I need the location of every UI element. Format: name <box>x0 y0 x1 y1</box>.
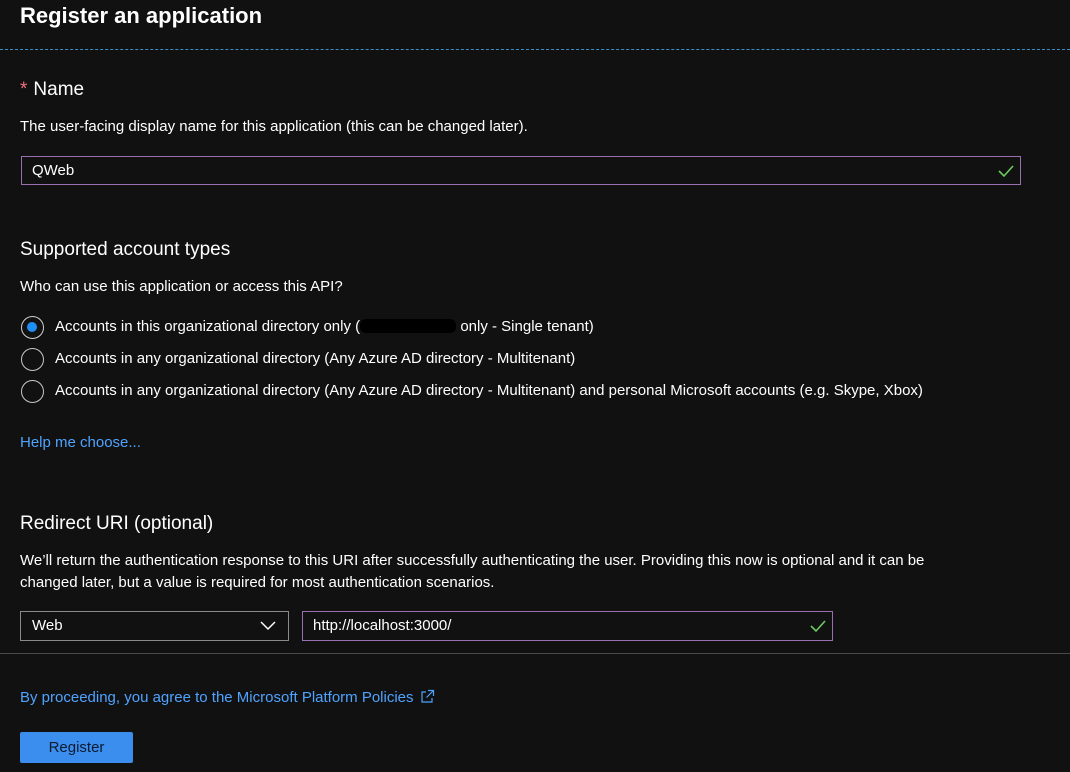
check-icon <box>998 165 1014 178</box>
radio-label-multitenant: Accounts in any organizational directory… <box>55 350 576 367</box>
redirect-description-line1: We’ll return the authentication response… <box>20 552 925 569</box>
redacted-tenant-name <box>360 319 457 333</box>
radio-label-single-tenant: Accounts in this organizational director… <box>55 318 594 335</box>
account-option-multitenant-personal[interactable]: Accounts in any organizational directory… <box>21 378 923 404</box>
redirect-description-line2: changed later, but a value is required f… <box>20 574 495 591</box>
platform-policies-text: By proceeding, you agree to the Microsof… <box>20 689 414 706</box>
page-title: Register an application <box>20 3 263 28</box>
required-marker: * <box>20 79 28 100</box>
header-divider <box>0 49 1070 50</box>
redirect-uri-input[interactable]: http://localhost:3000/ <box>302 611 833 641</box>
check-icon <box>810 620 826 633</box>
radio-button-selected[interactable] <box>21 315 44 339</box>
external-link-icon <box>420 689 434 703</box>
radio-label-multitenant-personal: Accounts in any organizational directory… <box>55 382 923 399</box>
chevron-down-icon <box>260 621 276 631</box>
account-types-question: Who can use this application or access t… <box>20 278 343 295</box>
name-description: The user-facing display name for this ap… <box>20 118 528 135</box>
name-label: Name <box>33 79 85 100</box>
account-option-single-tenant[interactable]: Accounts in this organizational director… <box>21 314 594 340</box>
account-option-multitenant[interactable]: Accounts in any organizational directory… <box>21 346 575 372</box>
account-types-title: Supported account types <box>20 239 231 260</box>
help-me-choose-link[interactable]: Help me choose... <box>20 432 141 454</box>
register-button[interactable]: Register <box>20 732 133 763</box>
register-app-page: Register an application * Name The user-f… <box>0 0 1070 772</box>
platform-policies-link[interactable]: By proceeding, you agree to the Microsof… <box>20 687 435 709</box>
name-section-title: * Name <box>20 78 84 102</box>
platform-select[interactable]: Web <box>20 611 289 641</box>
radio-button[interactable] <box>21 347 44 371</box>
name-input[interactable]: QWeb <box>21 156 1021 185</box>
redirect-uri-title: Redirect URI (optional) <box>20 513 214 534</box>
name-input-value: QWeb <box>32 162 75 179</box>
footer-divider <box>0 653 1070 654</box>
redirect-uri-value: http://localhost:3000/ <box>313 617 452 634</box>
platform-select-value: Web <box>32 617 63 634</box>
radio-button[interactable] <box>21 379 44 403</box>
